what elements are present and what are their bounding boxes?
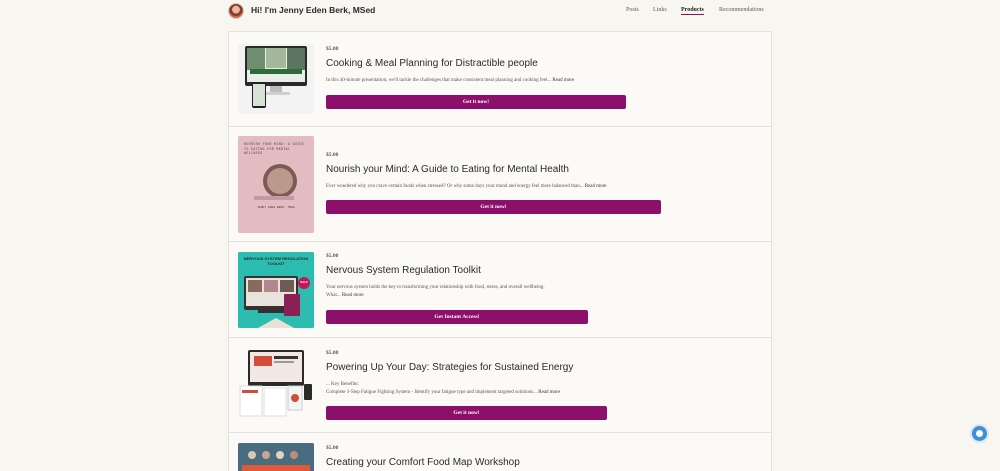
get-it-now-button[interactable]: Get it now!	[326, 200, 661, 214]
main-nav: Posts Links Products Recommendations	[0, 7, 1000, 19]
description-line: Your nervous system holds the key to tra…	[326, 285, 545, 290]
cover-title: NERVOUS SYSTEM REGULATION TOOLKIT	[243, 256, 309, 266]
product-thumbnail[interactable]: NERVOUS SYSTEM REGULATION TOOLKIT SALE	[238, 252, 314, 328]
product-title[interactable]: Creating your Comfort Food Map Workshop	[326, 457, 520, 468]
product-price: $5.00	[326, 253, 339, 259]
product-price: $5.00	[326, 46, 339, 52]
product-card[interactable]: NERVOUS SYSTEM REGULATION TOOLKIT SALE $…	[229, 242, 771, 338]
product-card[interactable]: $5.00 Cooking & Meal Planning for Distra…	[229, 32, 771, 127]
monitor-mockup-image	[245, 46, 307, 108]
description-text: What...	[326, 293, 341, 298]
site-header: Hi! I'm Jenny Eden Berk, MSed Posts Link…	[0, 0, 1000, 24]
read-more-link[interactable]: Read more	[552, 78, 574, 83]
product-thumbnail[interactable]: NOURISH YOUR MIND: A GUIDE TO EATING FOR…	[238, 136, 314, 233]
nav-products[interactable]: Products	[681, 7, 704, 15]
sale-badge: SALE	[300, 280, 308, 284]
cover-author: JENNY EDEN BERK, MSED	[257, 206, 295, 209]
chat-widget-button[interactable]	[970, 424, 989, 443]
description-line-2: What... Read more	[326, 292, 626, 300]
energy-guide-mockup-image	[239, 350, 312, 417]
product-description: ... Key Benefits: Complete 3-Step Fatigu…	[326, 381, 646, 397]
product-card[interactable]: NOURISH YOUR MIND: A GUIDE TO EATING FOR…	[229, 127, 771, 242]
product-title[interactable]: Nourish your Mind: A Guide to Eating for…	[326, 164, 569, 175]
product-list: $5.00 Cooking & Meal Planning for Distra…	[228, 31, 772, 471]
product-thumbnail[interactable]	[238, 44, 314, 114]
product-title[interactable]: Cooking & Meal Planning for Distractible…	[326, 58, 538, 69]
get-it-now-button[interactable]: Get it now!	[326, 406, 607, 420]
product-price: $5.00	[326, 152, 339, 158]
nav-posts[interactable]: Posts	[626, 7, 639, 13]
product-title[interactable]: Nervous System Regulation Toolkit	[326, 265, 481, 276]
description-text: Complete 3-Step Fatigue Fighting System …	[326, 390, 537, 395]
product-price: $5.00	[326, 445, 339, 451]
description-text: In this 40-minute presentation, we'll ta…	[326, 78, 552, 83]
read-more-link[interactable]: Read more	[538, 390, 560, 395]
product-price: $5.00	[326, 350, 339, 356]
get-instant-access-button[interactable]: Get Instant Access!	[326, 310, 588, 324]
product-thumbnail[interactable]	[238, 443, 314, 471]
product-card[interactable]: $5.00 Creating your Comfort Food Map Wor…	[229, 433, 771, 471]
nav-recommendations[interactable]: Recommendations	[719, 7, 764, 13]
description-line: ... Key Benefits:	[326, 382, 359, 387]
chat-icon	[976, 430, 983, 437]
product-card[interactable]: $5.00 Powering Up Your Day: Strategies f…	[229, 338, 771, 433]
description-line-2: Complete 3-Step Fatigue Fighting System …	[326, 389, 646, 397]
product-description: Your nervous system holds the key to tra…	[326, 284, 626, 300]
cover-title: NOURISH YOUR MIND: A GUIDE TO EATING FOR…	[244, 142, 305, 155]
product-title[interactable]: Powering Up Your Day: Strategies for Sus…	[326, 362, 573, 373]
product-description: In this 40-minute presentation, we'll ta…	[326, 77, 646, 85]
product-thumbnail[interactable]	[238, 348, 314, 422]
get-it-now-button[interactable]: Get it now!	[326, 95, 626, 109]
workshop-cover-image	[238, 443, 314, 471]
read-more-link[interactable]: Read more	[585, 184, 607, 189]
nav-links[interactable]: Links	[653, 7, 667, 13]
read-more-link[interactable]: Read more	[342, 293, 364, 298]
product-description: Ever wondered why you crave certain food…	[326, 183, 726, 191]
description-text: Ever wondered why you crave certain food…	[326, 184, 584, 189]
